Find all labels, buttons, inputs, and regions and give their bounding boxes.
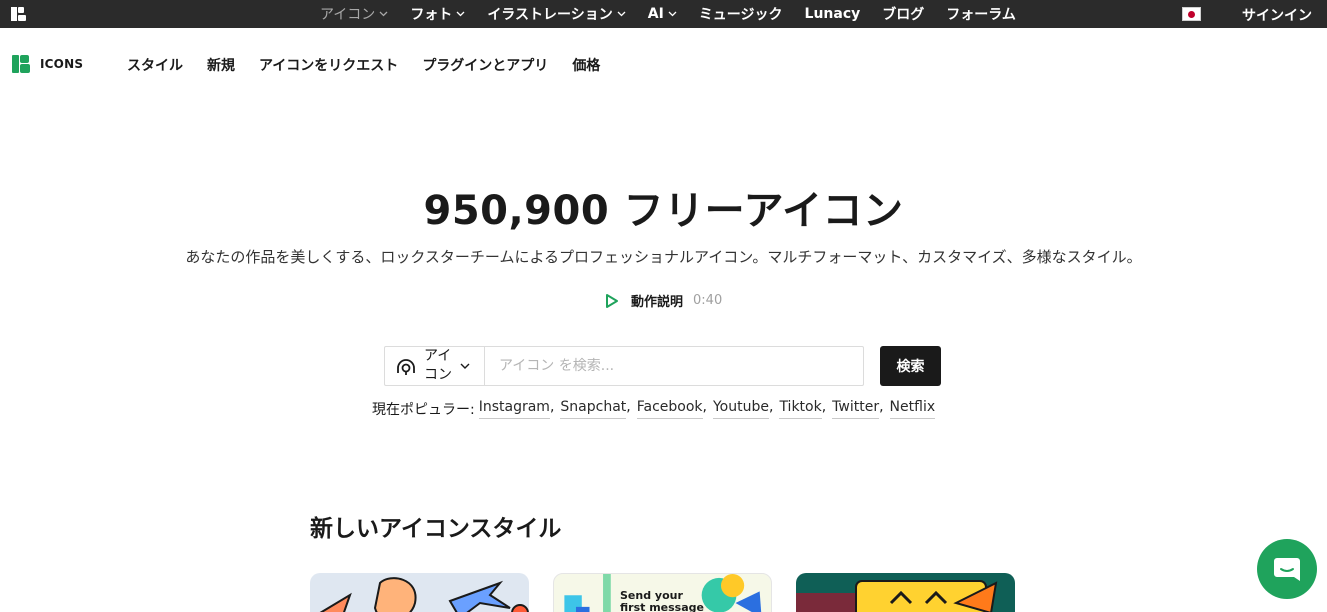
top-nav-item[interactable]: ミュージック xyxy=(699,4,783,24)
chat-button[interactable] xyxy=(1257,539,1317,599)
tag-separator: , xyxy=(702,399,707,415)
top-bar: アイコン フォト イラストレーション AI ミュージック Lunacy ブログ フォーラム サ… xyxy=(0,0,1327,28)
style-card[interactable] xyxy=(310,573,529,612)
sub-nav-link[interactable]: アイコンをリクエスト xyxy=(259,55,398,75)
top-nav-item-label: フォト xyxy=(410,7,453,23)
top-nav-item-label: AI xyxy=(647,6,664,22)
top-nav-item[interactable]: イラストレーション xyxy=(487,4,626,24)
style-card[interactable] xyxy=(796,573,1015,612)
how-it-works-link[interactable]: 動作説明 0:40 xyxy=(605,291,722,310)
tag-separator: , xyxy=(549,399,555,415)
language-flag-icon[interactable] xyxy=(1182,7,1201,21)
style-preview-image xyxy=(796,580,998,612)
tag-separator: , xyxy=(768,399,774,415)
top-nav-item-label: ブログ xyxy=(882,7,925,23)
signin-link[interactable]: サインイン xyxy=(1242,5,1312,25)
search-type-label: アイコン xyxy=(424,348,452,383)
top-nav-item-label: フォーラム xyxy=(946,7,1016,23)
top-nav-item[interactable]: Lunacy xyxy=(805,6,861,22)
sub-nav-link[interactable]: プラグインとアプリ xyxy=(422,55,548,75)
popular-searches: 現在ポピュラー: Instagram, Snapchat, Facebook, You… xyxy=(372,399,936,419)
chat-icon xyxy=(1274,558,1300,581)
sub-nav-link[interactable]: 新規 xyxy=(207,55,235,75)
chevron-down-icon xyxy=(456,11,465,17)
top-nav-item[interactable]: フォト xyxy=(410,4,465,24)
sub-nav: ICONS スタイル 新規 アイコンをリクエスト プラグインとアプリ 価格 xyxy=(0,28,1327,100)
page-title: 950,900 フリーアイコン xyxy=(423,188,904,234)
popular-tag[interactable]: Netflix xyxy=(889,399,936,419)
top-nav-item[interactable]: ブログ xyxy=(882,4,924,24)
popular-tags: Instagram, Snapchat, Facebook, Youtube, Tikt… xyxy=(478,399,936,419)
sub-nav-link[interactable]: スタイル xyxy=(127,55,183,75)
search-button[interactable]: 検索 xyxy=(880,346,941,386)
popular-tag[interactable]: Snapchat xyxy=(560,399,627,419)
top-nav-item[interactable]: アイコン xyxy=(320,4,388,24)
search-type-dropdown[interactable]: アイコン xyxy=(385,347,485,385)
top-nav-item-label: ミュージック xyxy=(698,7,783,23)
chevron-down-icon xyxy=(617,11,626,17)
how-it-works-label: 動作説明 xyxy=(631,295,684,310)
popular-label: 現在ポピュラー: xyxy=(372,402,475,418)
play-icon xyxy=(606,293,618,308)
popular-tag[interactable]: Youtube xyxy=(712,399,769,419)
search-input[interactable] xyxy=(485,347,863,385)
brand-label: ICONS xyxy=(40,57,84,71)
popular-tag[interactable]: Tiktok xyxy=(779,399,822,419)
popular-tag[interactable]: Instagram xyxy=(478,399,550,419)
top-nav: アイコン フォト イラストレーション AI ミュージック Lunacy ブログ フォーラム xyxy=(320,0,1038,28)
tag-separator: , xyxy=(821,399,827,415)
icon-type-icon xyxy=(397,359,415,375)
section-title: 新しいアイコンスタイル xyxy=(310,516,562,542)
tag-separator: , xyxy=(626,399,631,415)
top-nav-item-label: アイコン xyxy=(320,7,376,23)
top-nav-item[interactable]: AI xyxy=(648,6,677,22)
card-text-line: first message xyxy=(620,601,704,612)
top-nav-item-label: イラストレーション xyxy=(487,7,613,23)
popular-tag[interactable]: Twitter xyxy=(832,399,880,419)
tag-separator: , xyxy=(879,399,884,415)
brand[interactable]: ICONS xyxy=(12,55,83,73)
style-preview-image xyxy=(319,577,529,612)
sub-nav-links: スタイル 新規 アイコンをリクエスト プラグインとアプリ 価格 xyxy=(127,55,600,75)
page-subtitle: あなたの作品を美しくする、ロックスターチームによるプロフェッショナルアイコン。マ… xyxy=(185,248,1142,266)
icons-logo-icon xyxy=(12,55,30,73)
icons8-logo-icon[interactable] xyxy=(11,7,27,21)
top-nav-item[interactable]: フォーラム xyxy=(946,4,1016,24)
video-duration: 0:40 xyxy=(693,293,723,308)
top-nav-item-label: Lunacy xyxy=(804,6,861,22)
sub-nav-link[interactable]: 価格 xyxy=(572,55,600,75)
chevron-down-icon xyxy=(379,11,388,17)
chevron-down-icon xyxy=(668,11,677,17)
popular-tag[interactable]: Facebook xyxy=(636,399,703,419)
style-card[interactable]: Send your first message xyxy=(553,573,772,612)
search-bar: アイコン xyxy=(384,346,864,386)
chevron-down-icon xyxy=(460,363,470,369)
